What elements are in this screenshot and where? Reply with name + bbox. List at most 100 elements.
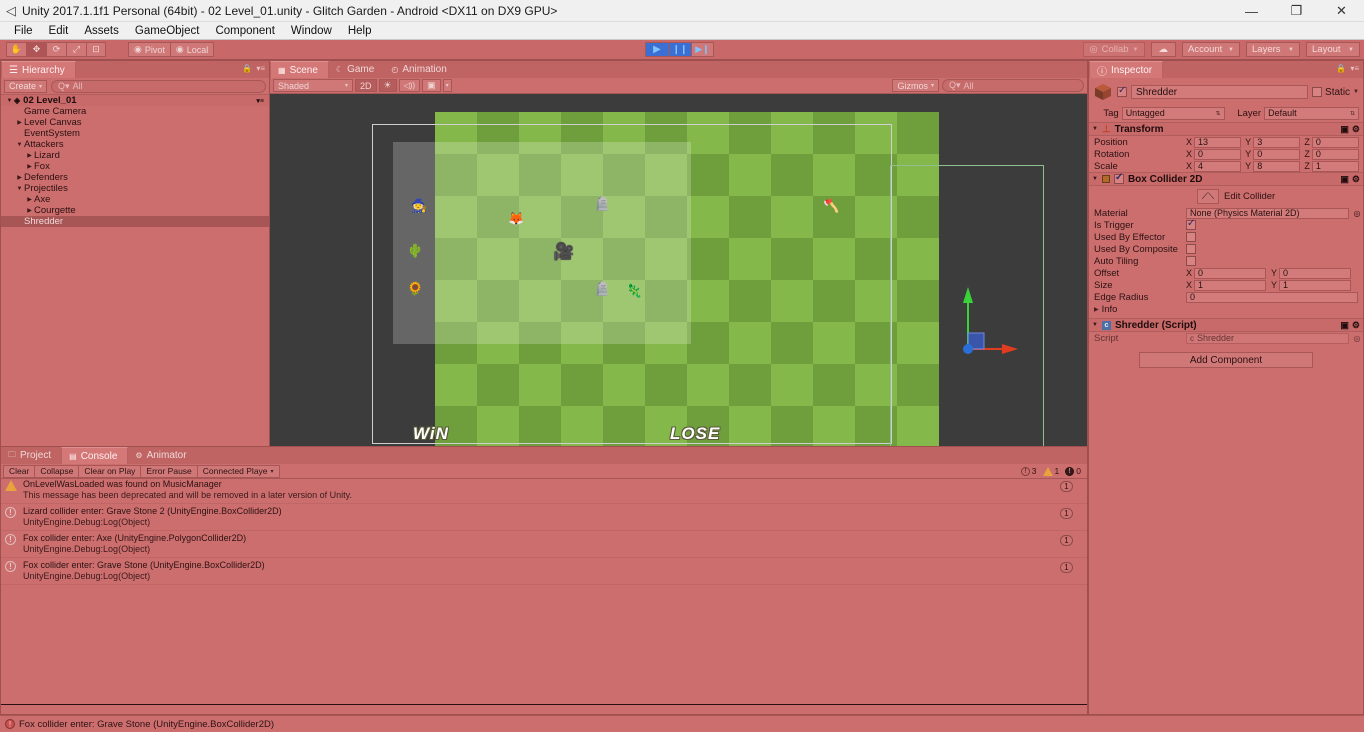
foldout-closed-icon[interactable]: ▶ <box>25 163 34 170</box>
gear-icon[interactable]: ⚙ <box>1352 124 1360 135</box>
hierarchy-item-attackers[interactable]: ▼ Attackers <box>1 139 269 150</box>
size-y-field[interactable]: 1 <box>1279 279 1352 291</box>
effects-toggle[interactable]: ▣ <box>422 79 441 92</box>
scale-y-field[interactable]: 8 <box>1253 160 1301 172</box>
offset-y-field[interactable]: 0 <box>1279 267 1352 279</box>
pivot-toggle[interactable]: ◉ Pivot <box>128 42 170 57</box>
foldout-open-icon[interactable]: ▼ <box>15 186 24 192</box>
menu-window[interactable]: Window <box>283 22 340 40</box>
hierarchy-item-eventsystem[interactable]: EventSystem <box>1 128 269 139</box>
effects-dropdown[interactable]: ▾ <box>442 79 452 92</box>
console-connected-playe-button[interactable]: Connected Playe ▾ <box>196 464 280 478</box>
tab-console[interactable]: ▤ Console <box>61 447 129 464</box>
tab-project[interactable]: 🗀 Project <box>1 447 62 464</box>
static-checkbox[interactable] <box>1312 87 1323 97</box>
error-count[interactable]: ! 0 <box>1063 466 1083 476</box>
rotation-x-field[interactable]: 0 <box>1194 148 1242 160</box>
auto-tiling-checkbox[interactable] <box>1186 256 1196 266</box>
component-header-transform[interactable]: ▼ ⊥ Transform ▣ ⚙ <box>1089 122 1363 136</box>
size-x-field[interactable]: 1 <box>1194 279 1267 291</box>
object-enabled-checkbox[interactable] <box>1117 85 1127 97</box>
console-splitter[interactable] <box>1 704 1087 705</box>
tab-animation[interactable]: ◴ Animation <box>384 61 457 78</box>
tab-game[interactable]: ☾ Game <box>328 61 385 78</box>
scene-context-menu-icon[interactable]: ▾≡ <box>256 97 264 105</box>
tab-hierarchy[interactable]: ☰ Hierarchy <box>1 61 76 78</box>
position-x-field[interactable]: 13 <box>1194 136 1242 148</box>
status-bar[interactable]: ! Fox collider enter: Grave Stone (Unity… <box>0 715 1364 732</box>
console-clear-on-play-button[interactable]: Clear on Play <box>78 464 141 478</box>
foldout-open-icon[interactable]: ▼ <box>5 98 14 104</box>
scene-search-input[interactable]: Q▾ All <box>942 79 1084 92</box>
pause-button[interactable]: ❙❙ <box>668 42 691 57</box>
position-y-field[interactable]: 3 <box>1253 136 1301 148</box>
help-icon[interactable]: ▣ <box>1340 124 1349 135</box>
panel-menu-icon[interactable]: ▾≡ <box>256 64 265 73</box>
hierarchy-item-fox[interactable]: ▶ Fox <box>1 161 269 172</box>
menu-component[interactable]: Component <box>207 22 282 40</box>
tag-dropdown[interactable]: Untagged ⇅ <box>1121 106 1225 120</box>
play-button[interactable]: ▶ <box>645 42 668 57</box>
lock-icon[interactable]: 🔒 <box>242 64 252 73</box>
hierarchy-item-02-level-01[interactable]: ▼ ◈ 02 Level_01 ▾≡ <box>1 95 269 106</box>
layout-dropdown[interactable]: Layout ▼ <box>1306 42 1360 57</box>
hierarchy-item-lizard[interactable]: ▶ Lizard <box>1 150 269 161</box>
lock-icon[interactable]: 🔒 <box>1336 64 1346 73</box>
menu-gameobject[interactable]: GameObject <box>127 22 208 40</box>
hierarchy-item-projectiles[interactable]: ▼ Projectiles <box>1 183 269 194</box>
gizmos-dropdown[interactable]: Gizmos ▾ <box>892 79 939 92</box>
menu-file[interactable]: File <box>6 22 41 40</box>
foldout-closed-icon[interactable]: ▶ <box>25 196 34 203</box>
tab-inspector[interactable]: ⓘ Inspector <box>1089 61 1164 78</box>
used-by-composite-checkbox[interactable] <box>1186 244 1196 254</box>
console-message-row[interactable]: ! Lizard collider enter: Grave Stone 2 (U… <box>1 504 1087 531</box>
component-header-shredder-script[interactable]: ▼ c Shredder (Script) ▣ ⚙ <box>1089 318 1363 332</box>
hierarchy-search-input[interactable]: Q▾ All <box>51 79 266 93</box>
scale-tool[interactable]: ⤢ <box>66 42 86 57</box>
close-button[interactable]: ✕ <box>1319 0 1364 22</box>
step-button[interactable]: ▶❙ <box>691 42 714 57</box>
edge-radius-field[interactable]: 0 <box>1186 291 1358 303</box>
hierarchy-item-game-camera[interactable]: Game Camera <box>1 106 269 117</box>
log-count[interactable]: ! 3 <box>1019 466 1039 476</box>
tab-animator[interactable]: ⚙ Animator <box>128 447 197 464</box>
object-picker-icon[interactable]: ◎ <box>1351 209 1363 218</box>
minimize-button[interactable]: — <box>1229 0 1274 22</box>
audio-toggle[interactable]: ◁)) <box>398 79 421 92</box>
foldout-closed-icon[interactable]: ▶ <box>25 207 34 214</box>
cloud-button[interactable]: ☁ <box>1150 42 1176 57</box>
shading-mode-dropdown[interactable]: Shaded ▾ <box>273 79 353 92</box>
account-dropdown[interactable]: Account ▼ <box>1182 42 1240 57</box>
hierarchy-item-axe[interactable]: ▶ Axe <box>1 194 269 205</box>
warning-count[interactable]: 1 <box>1041 466 1062 476</box>
panel-menu-icon[interactable]: ▾≡ <box>1350 64 1359 73</box>
hierarchy-item-courgette[interactable]: ▶ Courgette <box>1 205 269 216</box>
rotation-z-field[interactable]: 0 <box>1311 148 1359 160</box>
gear-icon[interactable]: ⚙ <box>1352 320 1360 331</box>
foldout-arrow-icon[interactable]: ▼ <box>1092 126 1098 132</box>
menu-edit[interactable]: Edit <box>41 22 77 40</box>
foldout-open-icon[interactable]: ▼ <box>15 142 24 148</box>
rect-tool[interactable]: ⊡ <box>86 42 106 57</box>
edit-collider-button[interactable]: ⟋⟍ <box>1197 189 1219 204</box>
collider-enabled-checkbox[interactable] <box>1113 172 1124 184</box>
foldout-arrow-icon[interactable]: ▼ <box>1092 322 1098 328</box>
hierarchy-item-level-canvas[interactable]: ▶ Level Canvas <box>1 117 269 128</box>
foldout-closed-icon[interactable]: ▶ <box>15 174 24 181</box>
material-field[interactable]: None (Physics Material 2D) <box>1186 207 1349 219</box>
object-name-field[interactable]: Shredder <box>1131 85 1309 99</box>
foldout-closed-icon[interactable]: ▶ <box>25 152 34 159</box>
rotation-y-field[interactable]: 0 <box>1253 148 1301 160</box>
help-icon[interactable]: ▣ <box>1340 174 1349 185</box>
hierarchy-item-defenders[interactable]: ▶ Defenders <box>1 172 269 183</box>
scale-z-field[interactable]: 1 <box>1311 160 1359 172</box>
console-clear-button[interactable]: Clear <box>3 464 35 478</box>
console-message-row[interactable]: ! Fox collider enter: Grave Stone (UnityE… <box>1 558 1087 585</box>
lighting-toggle[interactable]: ☀ <box>378 79 397 92</box>
position-z-field[interactable]: 0 <box>1311 136 1359 148</box>
hierarchy-item-shredder[interactable]: Shredder <box>1 216 269 227</box>
console-message-row[interactable]: ! Fox collider enter: Axe (UnityEngine.Po… <box>1 531 1087 558</box>
chevron-down-icon[interactable]: ▼ <box>1353 89 1359 95</box>
used-by-effector-checkbox[interactable] <box>1186 232 1196 242</box>
scale-x-field[interactable]: 4 <box>1194 160 1242 172</box>
